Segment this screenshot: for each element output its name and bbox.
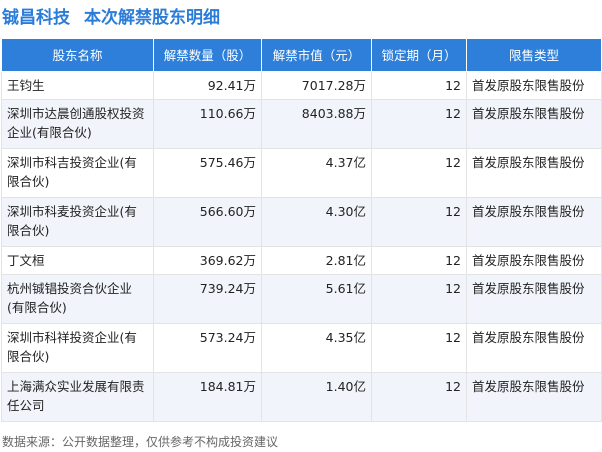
cell-quantity: 566.60万 bbox=[153, 197, 262, 247]
column-header-name: 股东名称 bbox=[1, 38, 154, 72]
cell-name: 丁文桓 bbox=[1, 246, 154, 275]
cell-lock-period: 12 bbox=[371, 71, 467, 100]
cell-type: 首发原股东限售股份 bbox=[466, 274, 602, 324]
cell-lock-period: 12 bbox=[371, 274, 467, 324]
cell-lock-period: 12 bbox=[371, 99, 467, 149]
cell-name: 深圳市科麦投资企业(有限合伙) bbox=[1, 197, 154, 247]
cell-name: 杭州铖锠投资合伙企业(有限合伙) bbox=[1, 274, 154, 324]
title-bar: 铖昌科技 本次解禁股东明细 bbox=[0, 0, 602, 30]
data-source-note: 数据来源：公开数据整理，仅供参考不构成投资建议 bbox=[2, 435, 279, 449]
cell-quantity: 739.24万 bbox=[153, 274, 262, 324]
column-header-value: 解禁市值（元） bbox=[261, 38, 372, 72]
cell-value: 8403.88万 bbox=[261, 99, 372, 149]
cell-type: 首发原股东限售股份 bbox=[466, 246, 602, 275]
cell-type: 首发原股东限售股份 bbox=[466, 323, 602, 373]
cell-quantity: 92.41万 bbox=[153, 71, 262, 100]
company-name: 铖昌科技 bbox=[2, 7, 70, 28]
page-title: 本次解禁股东明细 bbox=[84, 7, 220, 28]
cell-lock-period: 12 bbox=[371, 323, 467, 373]
cell-lock-period: 12 bbox=[371, 197, 467, 247]
cell-name: 上海满众实业发展有限责任公司 bbox=[1, 372, 154, 422]
cell-quantity: 573.24万 bbox=[153, 323, 262, 373]
cell-lock-period: 12 bbox=[371, 148, 467, 198]
table-header-row: 股东名称 解禁数量（股） 解禁市值（元） 锁定期（月） 限售类型 bbox=[1, 38, 602, 72]
cell-value: 2.81亿 bbox=[261, 246, 372, 275]
cell-type: 首发原股东限售股份 bbox=[466, 148, 602, 198]
cell-value: 5.61亿 bbox=[261, 274, 372, 324]
cell-name: 深圳市科祥投资企业(有限合伙) bbox=[1, 323, 154, 373]
column-header-quantity: 解禁数量（股） bbox=[153, 38, 262, 72]
cell-value: 1.40亿 bbox=[261, 372, 372, 422]
unlock-table: 股东名称 解禁数量（股） 解禁市值（元） 锁定期（月） 限售类型 王钧生 92.… bbox=[1, 38, 602, 422]
cell-quantity: 575.46万 bbox=[153, 148, 262, 198]
table-row: 上海满众实业发展有限责任公司 184.81万 1.40亿 12 首发原股东限售股… bbox=[1, 372, 602, 422]
cell-value: 7017.28万 bbox=[261, 71, 372, 100]
cell-value: 4.30亿 bbox=[261, 197, 372, 247]
cell-type: 首发原股东限售股份 bbox=[466, 197, 602, 247]
cell-quantity: 184.81万 bbox=[153, 372, 262, 422]
table-row: 深圳市科吉投资企业(有限合伙) 575.46万 4.37亿 12 首发原股东限售… bbox=[1, 148, 602, 198]
cell-name: 深圳市科吉投资企业(有限合伙) bbox=[1, 148, 154, 198]
table-row: 丁文桓 369.62万 2.81亿 12 首发原股东限售股份 bbox=[1, 246, 602, 275]
cell-type: 首发原股东限售股份 bbox=[466, 71, 602, 100]
cell-lock-period: 12 bbox=[371, 246, 467, 275]
cell-type: 首发原股东限售股份 bbox=[466, 99, 602, 149]
cell-lock-period: 12 bbox=[371, 372, 467, 422]
column-header-lock-period: 锁定期（月） bbox=[371, 38, 467, 72]
column-header-type: 限售类型 bbox=[466, 38, 602, 72]
table-row: 深圳市科麦投资企业(有限合伙) 566.60万 4.30亿 12 首发原股东限售… bbox=[1, 197, 602, 247]
table-row: 杭州铖锠投资合伙企业(有限合伙) 739.24万 5.61亿 12 首发原股东限… bbox=[1, 274, 602, 324]
cell-name: 王钧生 bbox=[1, 71, 154, 100]
cell-quantity: 110.66万 bbox=[153, 99, 262, 149]
table-row: 王钧生 92.41万 7017.28万 12 首发原股东限售股份 bbox=[1, 71, 602, 100]
cell-type: 首发原股东限售股份 bbox=[466, 372, 602, 422]
table-row: 深圳市科祥投资企业(有限合伙) 573.24万 4.35亿 12 首发原股东限售… bbox=[1, 323, 602, 373]
table-row: 深圳市达晨创通股权投资企业(有限合伙) 110.66万 8403.88万 12 … bbox=[1, 99, 602, 149]
cell-name: 深圳市达晨创通股权投资企业(有限合伙) bbox=[1, 99, 154, 149]
cell-value: 4.37亿 bbox=[261, 148, 372, 198]
cell-value: 4.35亿 bbox=[261, 323, 372, 373]
cell-quantity: 369.62万 bbox=[153, 246, 262, 275]
